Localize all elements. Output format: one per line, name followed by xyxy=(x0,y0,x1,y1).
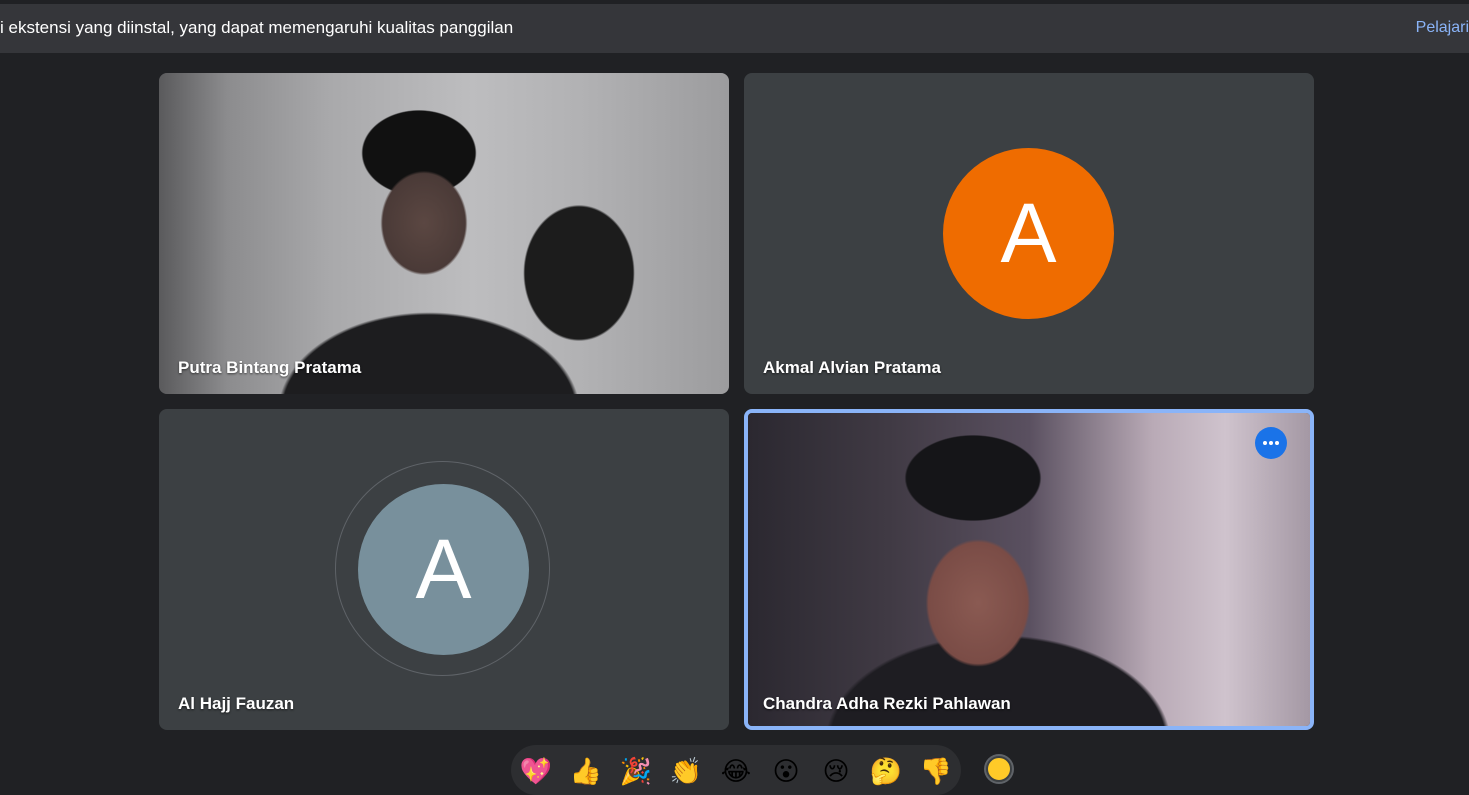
thumbs-up-reaction[interactable]: 👍 xyxy=(567,752,605,790)
participant-name: Chandra Adha Rezki Pahlawan xyxy=(763,694,1011,713)
thinking-reaction[interactable]: 🤔 xyxy=(867,752,905,790)
participant-tile-putra[interactable]: Putra Bintang Pratama xyxy=(159,73,729,394)
learn-more-link[interactable]: Pelajari xyxy=(1416,19,1469,37)
avatar: A xyxy=(358,484,529,655)
participant-name: Putra Bintang Pratama xyxy=(178,358,362,377)
participant-tile-chandra[interactable]: Chandra Adha Rezki Pahlawan xyxy=(744,409,1314,730)
participant-tile-akmal[interactable]: A Akmal Alvian Pratama xyxy=(744,73,1314,394)
more-dots-icon xyxy=(1269,441,1273,445)
skin-tone-picker[interactable] xyxy=(986,756,1012,782)
banner-message: i ekstensi yang diinstal, yang dapat mem… xyxy=(0,18,514,37)
party-popper-reaction[interactable]: 🎉 xyxy=(617,752,655,790)
participant-name: Al Hajj Fauzan xyxy=(178,694,295,713)
clapping-reaction[interactable]: 👏 xyxy=(667,752,705,790)
avatar: A xyxy=(943,148,1114,319)
participant-name: Akmal Alvian Pratama xyxy=(763,358,941,377)
surprised-reaction[interactable]: 😮 xyxy=(767,752,805,790)
more-options-button[interactable] xyxy=(1255,427,1287,459)
more-dots-icon xyxy=(1263,441,1267,445)
reaction-bar: 💖 👍 🎉 👏 😂 😮 😢 🤔 👎 xyxy=(511,745,961,795)
participant-video xyxy=(748,413,1310,726)
laughing-reaction[interactable]: 😂 xyxy=(717,752,755,790)
participant-tile-al-hajj[interactable]: A Al Hajj Fauzan xyxy=(159,409,729,730)
thumbs-down-reaction[interactable]: 👎 xyxy=(917,752,955,790)
sparkling-heart-reaction[interactable]: 💖 xyxy=(517,752,555,790)
extension-warning-banner: i ekstensi yang diinstal, yang dapat mem… xyxy=(0,4,1469,53)
participant-video xyxy=(159,73,729,394)
more-dots-icon xyxy=(1275,441,1279,445)
crying-reaction[interactable]: 😢 xyxy=(817,752,855,790)
